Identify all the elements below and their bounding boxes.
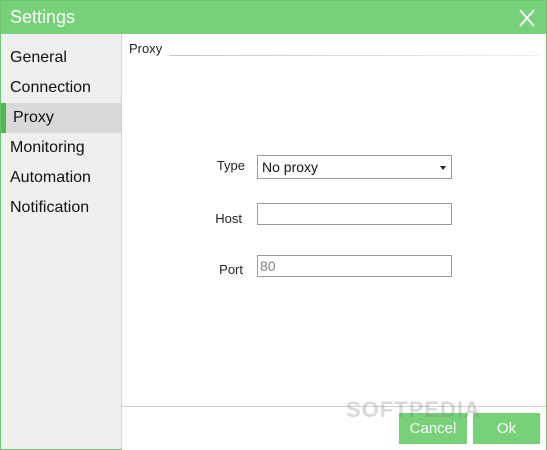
sidebar-item-connection[interactable]: Connection: [1, 73, 121, 103]
chevron-down-icon: [440, 166, 446, 170]
sidebar-item-label: Monitoring: [10, 139, 85, 156]
active-indicator: [1, 103, 6, 133]
sidebar-item-general[interactable]: General: [1, 43, 121, 73]
section-divider: [169, 55, 539, 56]
port-label: Port: [219, 262, 243, 277]
sidebar-item-automation[interactable]: Automation: [1, 163, 121, 193]
sidebar-item-label: Notification: [10, 199, 90, 216]
sidebar-item-notification[interactable]: Notification: [1, 193, 121, 223]
dialog-footer: Cancel Ok: [122, 406, 546, 450]
section-title: Proxy: [129, 41, 163, 56]
host-label: Host: [215, 211, 242, 226]
settings-sidebar: General Connection Proxy Monitoring Auto…: [1, 34, 122, 449]
sidebar-item-label: Proxy: [13, 109, 54, 126]
host-input[interactable]: [257, 203, 452, 225]
window-title: Settings: [10, 7, 76, 27]
sidebar-item-label: Connection: [10, 79, 91, 96]
sidebar-item-label: Automation: [10, 169, 91, 186]
proxy-panel: Proxy Type No proxy Host Port 80: [122, 34, 546, 406]
port-value: 80: [260, 258, 276, 274]
sidebar-item-proxy[interactable]: Proxy: [1, 103, 121, 133]
type-label: Type: [216, 158, 245, 173]
watermark-logo: SOFTPEDIA: [346, 397, 481, 422]
ok-button[interactable]: Ok: [473, 413, 540, 444]
proxy-type-select[interactable]: No proxy: [257, 155, 452, 179]
sidebar-item-monitoring[interactable]: Monitoring: [1, 133, 121, 163]
sidebar-item-label: General: [10, 49, 67, 66]
title-bar: Settings: [1, 1, 546, 34]
proxy-type-value: No proxy: [262, 159, 319, 175]
port-input[interactable]: 80: [257, 255, 452, 277]
settings-window: Settings General Connection Proxy Monito…: [0, 0, 547, 450]
close-icon[interactable]: [517, 5, 537, 29]
